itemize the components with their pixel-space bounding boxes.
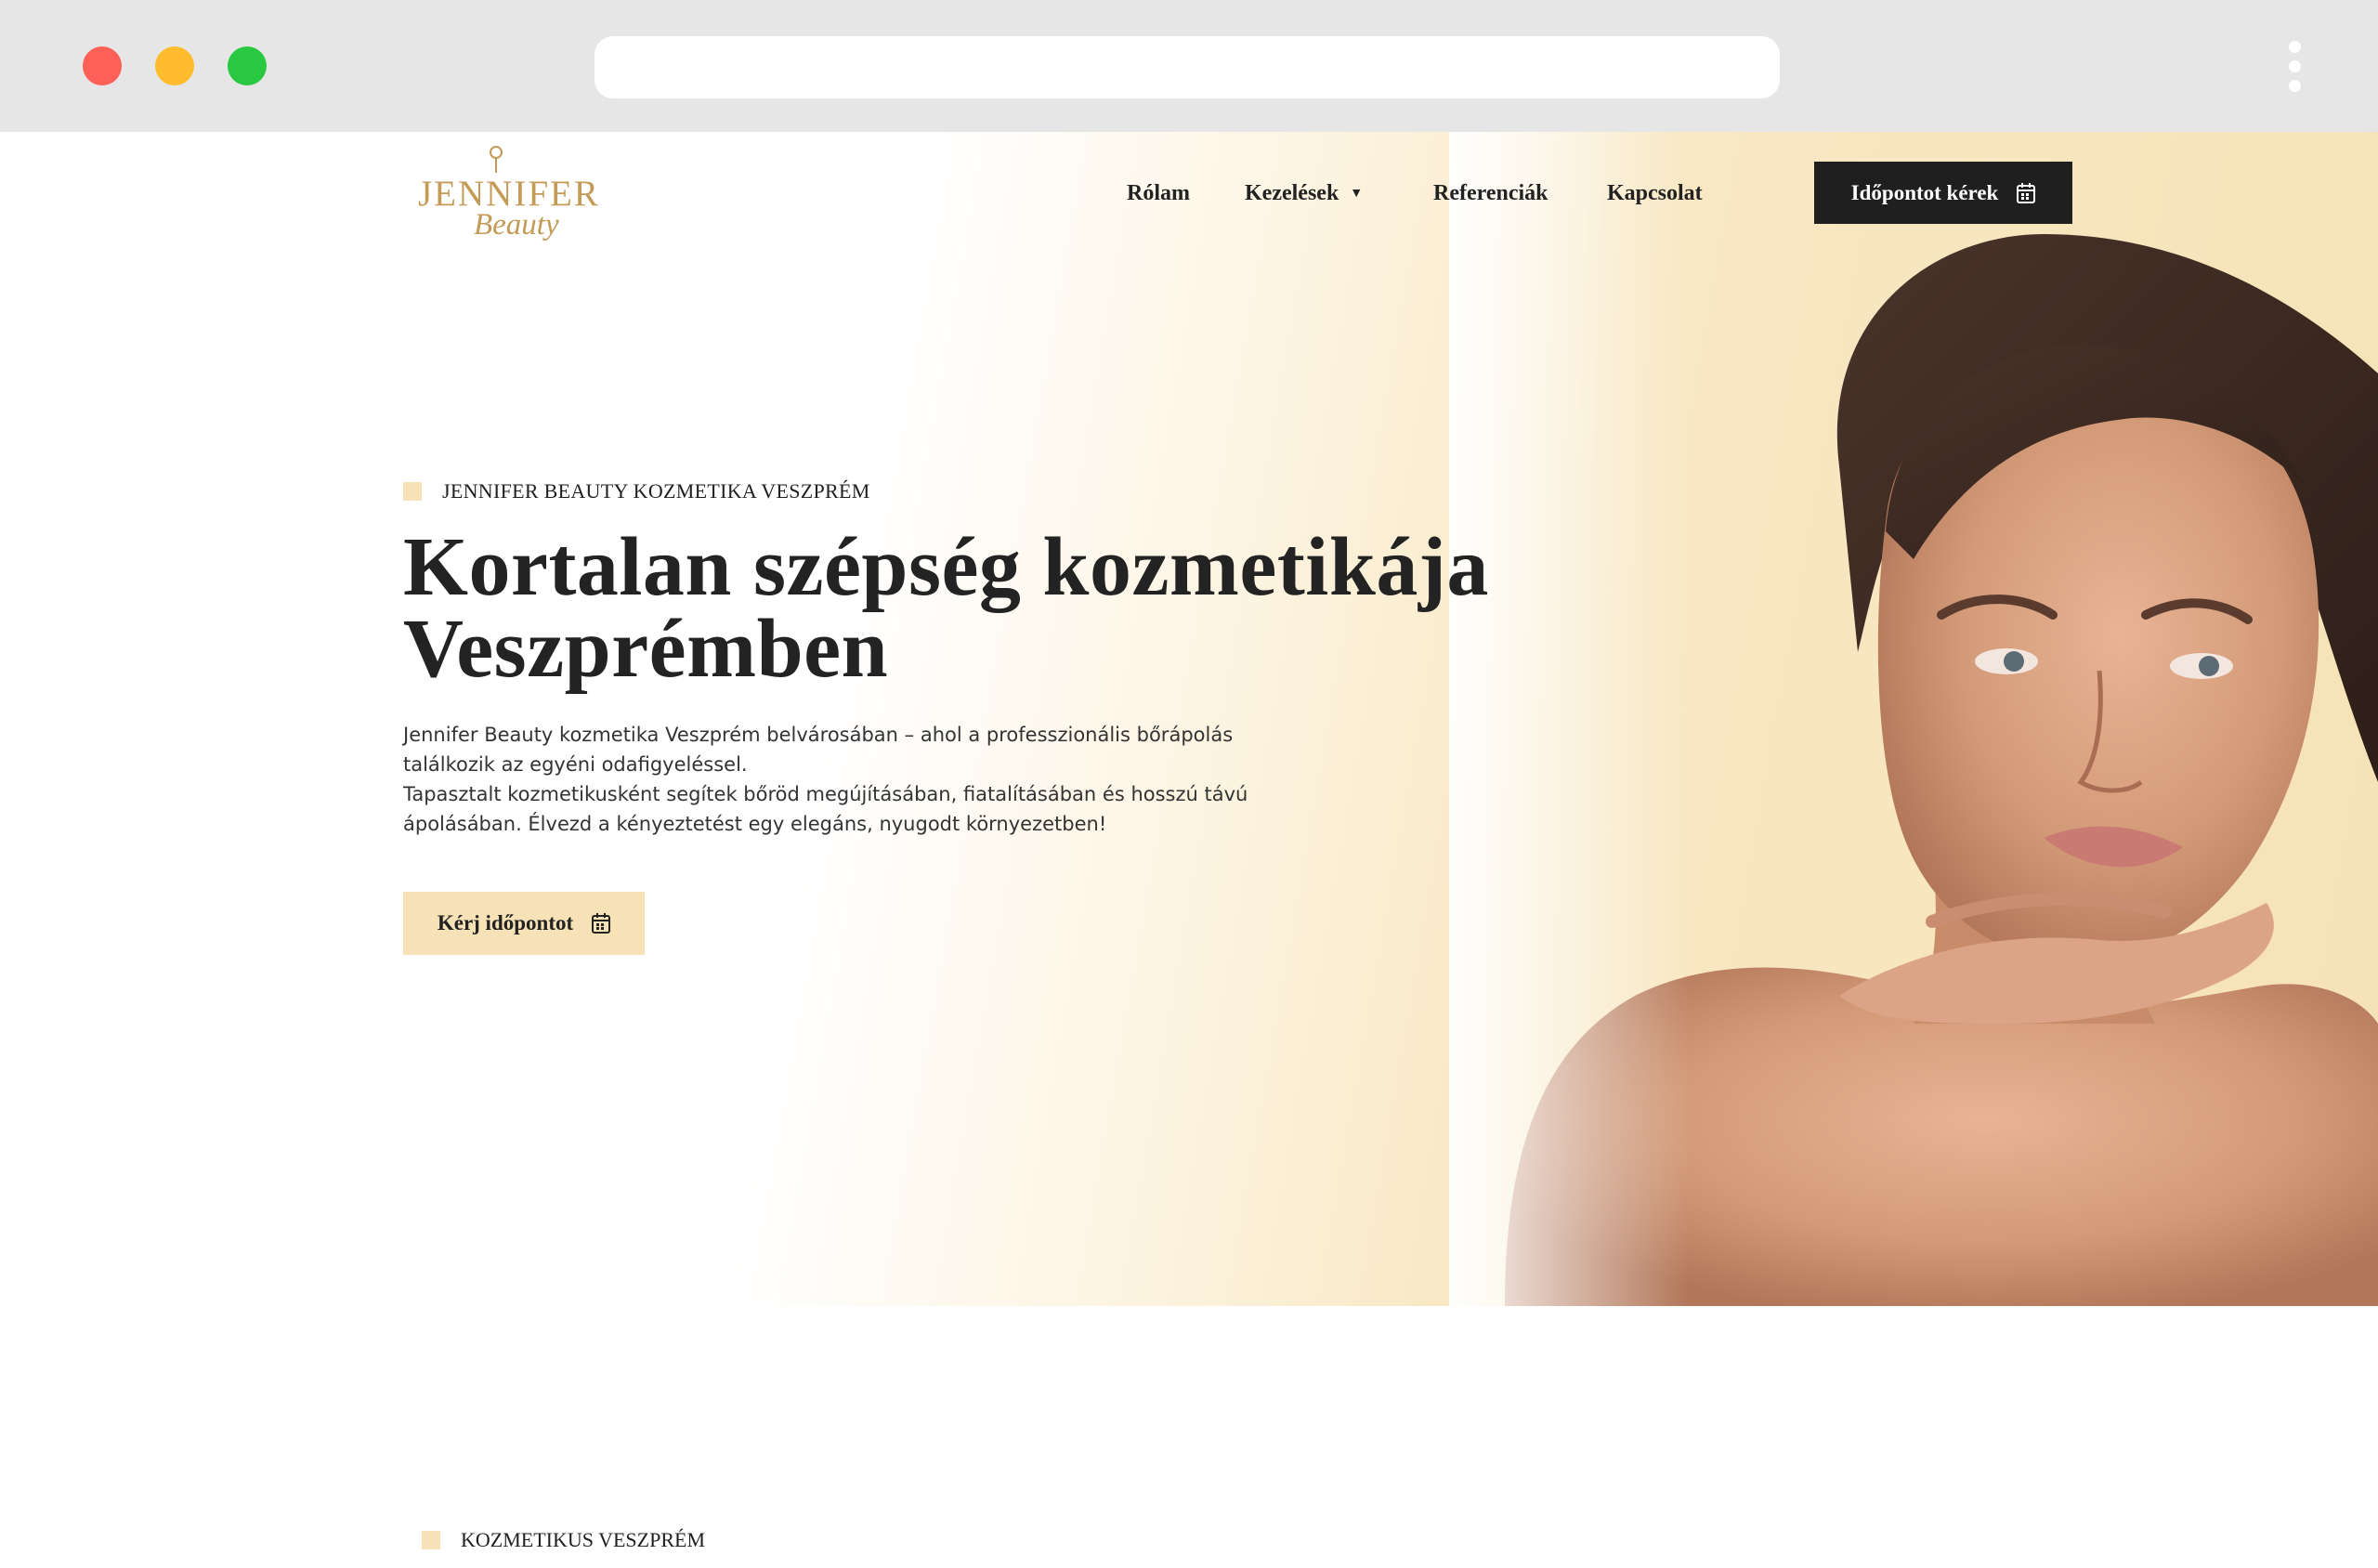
book-appointment-label: Időpontot kérek (1850, 180, 1999, 204)
close-window-button[interactable] (83, 46, 122, 85)
nav-item-rolam[interactable]: Rólam (1127, 181, 1190, 206)
accent-square (403, 482, 422, 501)
flower-icon (490, 146, 503, 173)
book-appointment-button[interactable]: Időpontot kérek (1814, 162, 2072, 224)
nav-item-label: Referenciák (1433, 181, 1548, 205)
caret-down-icon: ▼ (1350, 187, 1364, 201)
request-appointment-button[interactable]: Kérj időpontot (403, 892, 645, 955)
nav-item-label: Kapcsolat (1607, 181, 1703, 205)
kebab-menu-icon[interactable] (2283, 39, 2306, 95)
nav-item-referenciak[interactable]: Referenciák (1433, 181, 1548, 206)
section-eyebrow: KOZMETIKUS VESZPRÉM (422, 1528, 705, 1552)
woman-portrait-image (1449, 132, 2378, 1306)
nav-item-label: Kezelések (1245, 181, 1339, 205)
minimize-window-button[interactable] (155, 46, 194, 85)
nav-item-label: Rólam (1127, 181, 1190, 205)
hero-title-line-2: Veszprémben (403, 603, 889, 695)
hero-description: Jennifer Beauty kozmetika Veszprém belvá… (403, 720, 1267, 839)
hero-section: JENNIFER Beauty Rólam Kezelések ▼ Referen… (0, 132, 2378, 1306)
hero-title: Kortalan szépség kozmetikája Veszprémben (403, 526, 1611, 691)
hero-description-line: Tapasztalt kozmetikusként segítek bőröd … (403, 783, 1248, 805)
browser-chrome (0, 0, 2378, 132)
logo-subtitle: Beauty (474, 208, 559, 242)
nav-item-kapcsolat[interactable]: Kapcsolat (1607, 181, 1703, 206)
brand-logo[interactable]: JENNIFER Beauty (414, 145, 598, 247)
nav-item-kezelesek[interactable]: Kezelések ▼ (1245, 181, 1363, 206)
hero-description-line: találkozik az egyéni odafigyeléssel. (403, 753, 748, 776)
hero-description-line: Jennifer Beauty kozmetika Veszprém belvá… (403, 724, 1234, 746)
hero-title-line-1: Kortalan szépség kozmetikája (403, 521, 1489, 613)
hero-eyebrow: JENNIFER BEAUTY KOZMETIKA VESZPRÉM (403, 479, 870, 503)
hero-description-line: ápolásában. Élvezd a kényeztetést egy el… (403, 813, 1107, 835)
calendar-icon (2017, 182, 2036, 203)
maximize-window-button[interactable] (228, 46, 267, 85)
calendar-icon (592, 913, 611, 934)
address-bar[interactable] (594, 36, 1780, 98)
request-appointment-label: Kérj időpontot (437, 911, 574, 934)
accent-square (422, 1531, 440, 1549)
hero-eyebrow-text: JENNIFER BEAUTY KOZMETIKA VESZPRÉM (442, 479, 870, 503)
section-eyebrow-text: KOZMETIKUS VESZPRÉM (461, 1528, 706, 1551)
